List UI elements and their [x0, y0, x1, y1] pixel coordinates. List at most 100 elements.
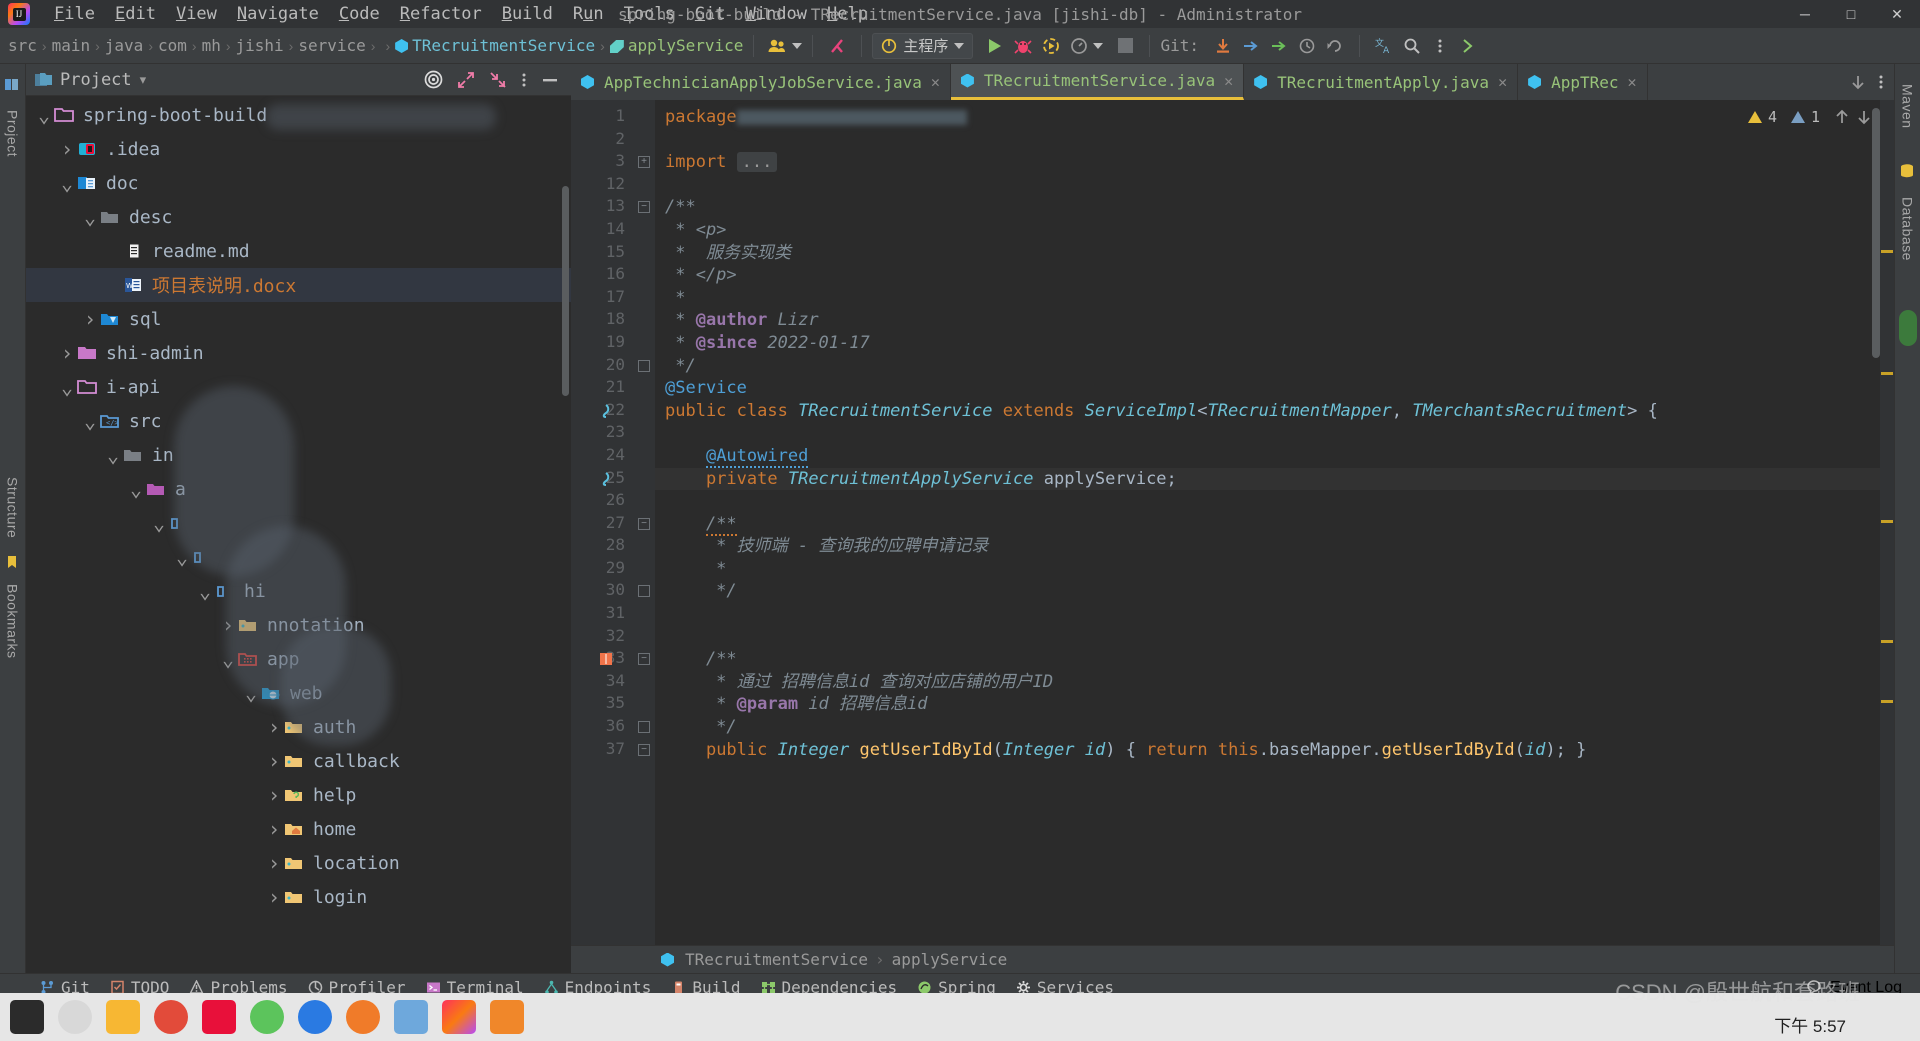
code-line[interactable]: */: [655, 355, 1894, 378]
line-number[interactable]: 2: [571, 129, 633, 152]
breadcrumb-class[interactable]: TRecruitmentService: [395, 36, 595, 55]
fold-marker[interactable]: [633, 716, 655, 739]
line-number[interactable]: 3: [571, 151, 633, 174]
breadcrumb-item[interactable]: main: [52, 36, 91, 55]
git-history-icon[interactable]: [1293, 33, 1321, 59]
tree-node[interactable]: ⌄ i-api: [26, 370, 571, 404]
breadcrumb-field[interactable]: applyService: [609, 36, 743, 55]
translate-icon[interactable]: 文A: [1370, 33, 1398, 59]
code-folding-gutter[interactable]: + − − − −: [633, 100, 655, 945]
line-number[interactable]: 33: [571, 648, 633, 671]
breadcrumb-item[interactable]: mh: [202, 36, 221, 55]
window-controls[interactable]: ─ □ ✕: [1782, 0, 1920, 28]
tree-node[interactable]: › .idea: [26, 132, 571, 166]
line-number-gutter[interactable]: 1 2 3 12 13 14 15 16 17 18 19 20 21 22 23 24 25 26 27 28 29 3…: [571, 100, 633, 945]
code-line[interactable]: [655, 603, 1894, 626]
tree-node[interactable]: ⌄: [26, 506, 571, 540]
menu-refactor[interactable]: Refactor: [390, 2, 492, 26]
tree-node[interactable]: ⌄ hi: [26, 574, 571, 608]
taskbar-app1-icon[interactable]: [202, 1000, 236, 1034]
git-update-icon[interactable]: [1209, 33, 1237, 59]
taskbar-app3-icon[interactable]: [298, 1000, 332, 1034]
chevron-right-icon[interactable]: ›: [264, 885, 284, 909]
code-line[interactable]: [655, 490, 1894, 513]
chevron-down-icon[interactable]: ⌄: [80, 411, 100, 431]
editor-tab[interactable]: AppTRec ✕: [1518, 64, 1648, 100]
editor-breadcrumb-class[interactable]: TRecruitmentService: [685, 950, 868, 969]
line-number[interactable]: 22: [571, 400, 633, 423]
fold-marker[interactable]: [633, 332, 655, 355]
project-scrollbar[interactable]: [562, 186, 569, 396]
close-tab-icon[interactable]: ✕: [1224, 72, 1233, 90]
code-line[interactable]: /**: [655, 513, 1894, 536]
sidebar-item-maven[interactable]: Maven: [1897, 74, 1919, 139]
editor-breadcrumb[interactable]: TRecruitmentService › applyService: [571, 945, 1894, 973]
code-line[interactable]: * @author Lizr: [655, 309, 1894, 332]
taskbar-app4-icon[interactable]: [346, 1000, 380, 1034]
marker-warning[interactable]: [1881, 372, 1893, 375]
fold-marker[interactable]: [633, 400, 655, 423]
sidebar-item-bookmarks[interactable]: Bookmarks: [2, 574, 24, 669]
editor-tab[interactable]: TRecruitmentApply.java ✕: [1244, 64, 1519, 100]
chevron-down-icon[interactable]: ⌄: [195, 581, 215, 601]
run-configuration-selector[interactable]: 主程序: [872, 32, 974, 59]
fold-marker[interactable]: −: [633, 513, 655, 536]
code-line[interactable]: private TRecruitmentApplyService applySe…: [655, 467, 1894, 491]
line-number[interactable]: 37: [571, 739, 633, 762]
stop-button[interactable]: [1111, 33, 1139, 59]
chevron-down-icon[interactable]: ⌄: [218, 649, 238, 669]
spring-bean-gutter-icon[interactable]: [597, 471, 613, 487]
fold-marker[interactable]: [633, 106, 655, 129]
git-push-icon[interactable]: [1265, 33, 1293, 59]
line-number[interactable]: 25: [571, 468, 633, 491]
line-number[interactable]: 14: [571, 219, 633, 242]
menu-help[interactable]: Help: [817, 2, 878, 26]
fold-marker[interactable]: [633, 264, 655, 287]
menu-code[interactable]: Code: [329, 2, 390, 26]
collaborate-icon[interactable]: [764, 33, 792, 59]
code-line[interactable]: package: [655, 106, 1894, 129]
code-line[interactable]: @Autowired: [655, 445, 1894, 468]
run-button[interactable]: [981, 33, 1009, 59]
chevron-down-icon[interactable]: ⌄: [241, 683, 261, 703]
breadcrumb-item[interactable]: java: [105, 36, 144, 55]
fold-marker[interactable]: −: [633, 648, 655, 671]
menu-edit[interactable]: Edit: [105, 2, 166, 26]
line-number[interactable]: 31: [571, 603, 633, 626]
line-number[interactable]: 36: [571, 716, 633, 739]
chevron-right-icon[interactable]: ›: [264, 817, 284, 841]
editor-tab[interactable]: TRecruitmentService.java ✕: [950, 64, 1245, 100]
marker-warning[interactable]: [1881, 640, 1893, 643]
chevron-right-icon[interactable]: ›: [57, 137, 77, 161]
chevron-down-icon[interactable]: ⌄: [57, 377, 77, 397]
fold-marker[interactable]: [633, 580, 655, 603]
tree-node[interactable]: ⌄ app: [26, 642, 571, 676]
code-line[interactable]: /**: [655, 196, 1894, 219]
code-line[interactable]: * 服务实现类: [655, 242, 1894, 265]
editor-scrollbar[interactable]: [1872, 108, 1880, 358]
chevron-down-icon[interactable]: ⌄: [57, 173, 77, 193]
fold-marker[interactable]: [633, 242, 655, 265]
code-line[interactable]: [655, 626, 1894, 649]
code-line[interactable]: * </p>: [655, 264, 1894, 287]
chevron-right-icon[interactable]: ›: [218, 613, 238, 637]
project-panel-actions[interactable]: [424, 70, 563, 89]
chevron-down-icon[interactable]: ⌄: [126, 479, 146, 499]
bookmarks-tool-icon[interactable]: [4, 554, 22, 572]
fold-marker[interactable]: [633, 558, 655, 581]
fold-marker[interactable]: [633, 490, 655, 513]
editor-breadcrumb-field[interactable]: applyService: [892, 950, 1008, 969]
code-line[interactable]: */: [655, 716, 1894, 739]
chevron-right-icon[interactable]: ›: [264, 715, 284, 739]
next-highlight-icon[interactable]: [1856, 108, 1872, 126]
menu-build[interactable]: Build: [492, 2, 563, 26]
tree-node[interactable]: › help: [26, 778, 571, 812]
project-tree[interactable]: ⌄ spring-boot-build › .idea ⌄ doc ⌄ desc readme.…: [26, 96, 571, 973]
tree-node[interactable]: readme.md: [26, 234, 571, 268]
code-line[interactable]: [655, 129, 1894, 152]
tree-node[interactable]: › home: [26, 812, 571, 846]
line-number[interactable]: 26: [571, 490, 633, 513]
fold-marker[interactable]: [633, 603, 655, 626]
line-number[interactable]: 35: [571, 693, 633, 716]
fold-marker[interactable]: [633, 287, 655, 310]
